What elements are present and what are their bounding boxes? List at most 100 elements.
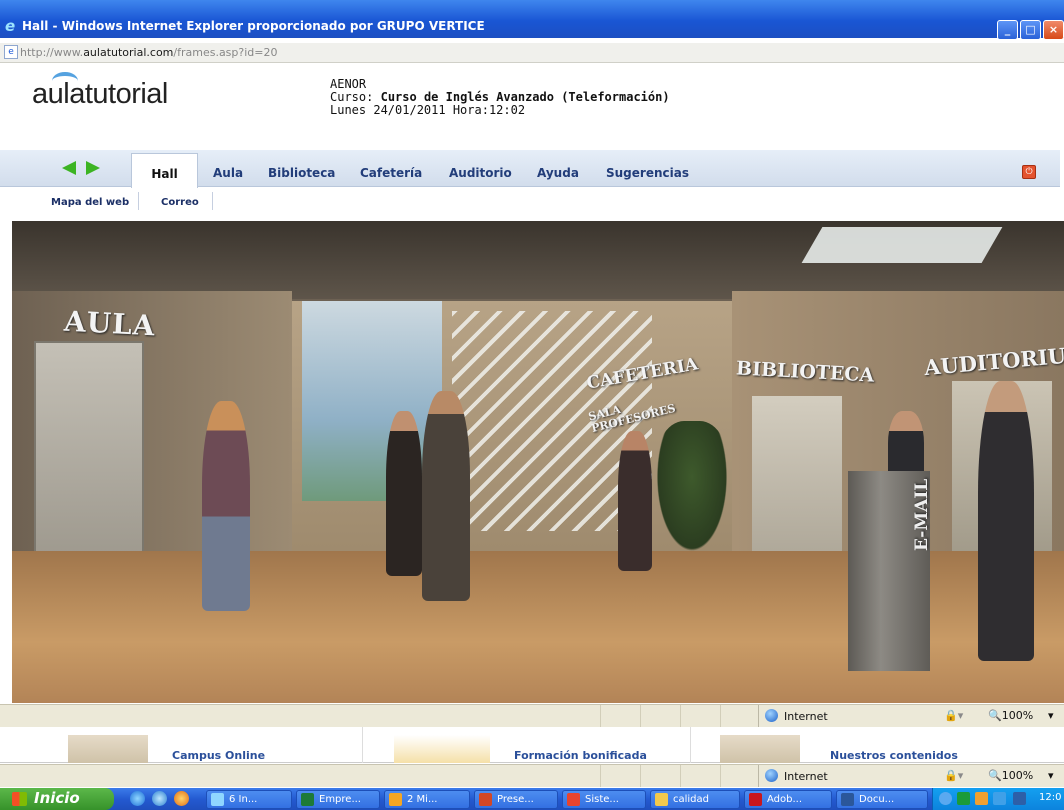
card-title[interactable]: Formación bonificada	[514, 749, 647, 762]
address-bar[interactable]: e http://www.aulatutorial.com/frames.asp…	[0, 43, 1064, 63]
status-cell	[600, 765, 601, 787]
plant	[652, 421, 732, 561]
task-label: Prese...	[497, 794, 534, 805]
link-correo[interactable]: Correo	[161, 197, 199, 208]
tab-aula[interactable]: Aula	[213, 150, 243, 187]
card-image	[720, 735, 800, 763]
mail-icon	[389, 793, 402, 806]
email-kiosk-label: E-MAIL	[912, 478, 932, 551]
tab-ayuda[interactable]: Ayuda	[537, 150, 579, 187]
task-label: Docu...	[859, 794, 895, 805]
window-title: Hall - Windows Internet Explorer proporc…	[22, 19, 485, 33]
globe-icon	[765, 709, 778, 722]
tray-app-icon[interactable]	[957, 792, 970, 805]
card-title[interactable]: Campus Online	[172, 749, 265, 762]
task-ie[interactable]: 6 In...	[206, 790, 292, 809]
person-student	[202, 401, 250, 611]
ie-icon	[211, 793, 224, 806]
divider	[212, 192, 213, 210]
sign-aula[interactable]: AULA	[63, 305, 156, 343]
tray-network-icon[interactable]	[993, 792, 1006, 805]
zone-label: Internet	[784, 770, 828, 783]
card-title[interactable]: Nuestros contenidos	[830, 749, 958, 762]
task-label: Empre...	[319, 794, 361, 805]
windows-flag-icon	[12, 792, 27, 806]
task-calidad[interactable]: calidad	[650, 790, 740, 809]
course-info: AENOR Curso: Curso de Inglés Avanzado (T…	[330, 78, 670, 117]
zoom-value: 100%	[1001, 769, 1034, 782]
hall-scene[interactable]: E-MAIL AULA CAFETERIA SALA PROFESORES BIB…	[12, 221, 1064, 703]
zone-label: Internet	[784, 710, 828, 723]
tab-biblioteca[interactable]: Biblioteca	[268, 150, 335, 187]
tab-hall[interactable]: Hall	[131, 153, 198, 188]
card-image	[394, 735, 490, 763]
globe-icon	[765, 769, 778, 782]
zoom-level[interactable]: 🔍100%	[988, 709, 1033, 722]
security-zone[interactable]: Internet	[758, 765, 938, 787]
sub-nav: Mapa del web Correo	[0, 188, 1060, 218]
forward-arrow-icon[interactable]	[86, 161, 100, 175]
address-url[interactable]: http://www.aulatutorial.com/frames.asp?i…	[20, 46, 278, 59]
tray-display-icon[interactable]	[1013, 792, 1026, 805]
status-cell	[680, 705, 681, 727]
ie-quicklaunch-icon[interactable]	[130, 791, 145, 806]
tab-sugerencias[interactable]: Sugerencias	[606, 150, 689, 187]
close-button[interactable]: ×	[1043, 20, 1064, 40]
status-cell	[680, 765, 681, 787]
aula-door[interactable]	[34, 341, 144, 561]
tab-auditorio[interactable]: Auditorio	[449, 150, 512, 187]
link-mapa-del-web[interactable]: Mapa del web	[51, 197, 129, 208]
protected-mode-icon[interactable]: 🔒▾	[944, 769, 963, 782]
taskbar: Inicio 6 In... Empre... 2 Mi... Prese...…	[0, 788, 1064, 810]
person-man-phone	[978, 381, 1034, 661]
task-sistema[interactable]: Siste...	[562, 790, 646, 809]
page-icon: e	[4, 45, 18, 59]
adobe-icon	[749, 793, 762, 806]
zoom-level[interactable]: 🔍100%	[988, 769, 1033, 782]
media-quicklaunch-icon[interactable]	[174, 791, 189, 806]
task-adobe[interactable]: Adob...	[744, 790, 832, 809]
protected-mode-icon[interactable]: 🔒▾	[944, 709, 963, 722]
window-title-bar[interactable]: e Hall - Windows Internet Explorer propo…	[0, 0, 1064, 40]
status-cell	[640, 765, 641, 787]
status-cell	[720, 705, 721, 727]
security-zone[interactable]: Internet	[758, 705, 938, 727]
task-label: Siste...	[585, 794, 619, 805]
status-cell	[600, 705, 601, 727]
tab-cafeteria[interactable]: Cafetería	[360, 150, 422, 187]
screen: e Hall - Windows Internet Explorer propo…	[0, 0, 1064, 810]
tray-expand-icon[interactable]	[939, 792, 952, 805]
back-arrow-icon[interactable]	[62, 161, 76, 175]
clock[interactable]: 12:0	[1039, 792, 1061, 803]
card-image	[68, 735, 148, 763]
person-woman	[618, 431, 652, 571]
zoom-dropdown-icon[interactable]: ▾	[1048, 709, 1054, 722]
divider	[362, 727, 363, 763]
task-label: 2 Mi...	[407, 794, 438, 805]
zoom-dropdown-icon[interactable]: ▾	[1048, 769, 1054, 782]
site-logo[interactable]: aulatutorial	[32, 78, 168, 111]
start-button[interactable]: Inicio	[0, 788, 114, 810]
task-mail[interactable]: 2 Mi...	[384, 790, 470, 809]
biblioteca-door[interactable]	[752, 396, 842, 576]
minimize-button[interactable]: _	[997, 20, 1018, 40]
app-icon	[567, 793, 580, 806]
date-line: Lunes 24/01/2011 Hora:12:02	[330, 103, 526, 117]
exit-icon[interactable]: ⏻	[1022, 165, 1036, 179]
person-man-center	[422, 391, 470, 601]
maximize-button[interactable]: □	[1020, 20, 1041, 40]
tray-app-icon[interactable]	[975, 792, 988, 805]
divider	[138, 192, 139, 210]
task-powerpoint[interactable]: Prese...	[474, 790, 558, 809]
zoom-value: 100%	[1001, 709, 1034, 722]
status-bar: Internet 🔒▾ 🔍100% ▾	[0, 704, 1064, 727]
folder-icon	[655, 793, 668, 806]
task-label: Adob...	[767, 794, 803, 805]
task-documento[interactable]: Docu...	[836, 790, 928, 809]
person-man-left	[386, 411, 422, 576]
url-prefix: http://www.	[20, 46, 84, 59]
task-label: calidad	[673, 794, 710, 805]
browser-quicklaunch-icon[interactable]	[152, 791, 167, 806]
task-excel[interactable]: Empre...	[296, 790, 380, 809]
window-controls: _ □ ×	[997, 20, 1064, 40]
